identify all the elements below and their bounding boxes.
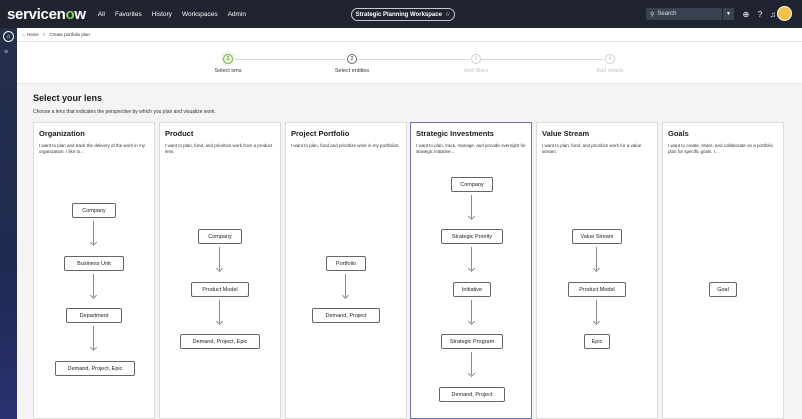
breadcrumb-current: Create portfolio plan [49,32,90,37]
hierarchy-node: Goal [709,282,737,297]
lens-description: I want to plan, track, manage, and provi… [416,143,526,154]
home-icon[interactable]: ⌂ [3,31,14,42]
wizard-steps: 1 Select lens 2 Select entities 3 Add fi… [17,42,802,84]
lens-title: Goals [668,129,689,138]
lens-card-product[interactable]: Product I want to plan, fund, and priori… [159,122,281,419]
hierarchy-node: Portfolio [326,256,366,271]
page-subtitle: Choose a lens that indicates the perspec… [33,109,216,115]
lens-title: Project Portfolio [291,129,350,138]
hierarchy-node: Value Stream [572,229,622,244]
arrow-down-icon [471,352,472,375]
hierarchy-node: Initiative [453,282,491,297]
arrow-down-icon [471,300,472,323]
globe-icon[interactable]: ⊕ [741,9,751,19]
top-navigation: servicenow All Favorites History Workspa… [0,0,802,28]
lens-title: Product [165,129,194,138]
step-number: 4 [605,54,615,64]
nav-workspaces[interactable]: Workspaces [182,11,218,18]
lens-title: Strategic Investments [416,129,494,138]
chevron-right-icon: > [42,32,46,37]
hierarchy-node: Strategic Priority [441,229,503,244]
hierarchy-node: Demand, Project, Epic [180,334,260,349]
step-select-lens[interactable]: 1 Select lens [188,54,268,74]
arrow-down-icon [471,247,472,270]
step-label: Select lens [214,68,242,74]
lens-card-project-portfolio[interactable]: Project Portfolio I want to plan, fund a… [285,122,407,419]
nav-history[interactable]: History [152,11,172,18]
lens-description: I want to plan, fund, and prioritize wor… [165,143,273,154]
hierarchy-node: Epic [584,334,610,349]
search-icon: ⚲ [650,11,655,18]
nav-admin[interactable]: Admin [228,11,246,18]
lens-description: I want to plan, fund and prioritize work… [291,143,400,148]
nav-favorites[interactable]: Favorites [115,11,142,18]
breadcrumb-home[interactable]: Home [27,32,39,37]
left-rail: ⌂ ≡ [0,28,17,419]
star-icon[interactable]: ☆ [445,11,450,18]
nav-all[interactable]: All [98,11,105,18]
step-number: 3 [471,54,481,64]
search-placeholder: Search [657,11,677,17]
arrow-down-icon [93,221,94,244]
lens-selection-panel: Select your lens Choose a lens that indi… [17,84,802,419]
step-number: 2 [347,54,357,64]
arrow-down-icon [93,326,94,349]
step-add-details: 4 Add details [570,54,650,74]
help-icon[interactable]: ? [755,9,765,19]
step-add-filters: 3 Add filters [436,54,516,74]
lens-description: I want to plan and track the delivery of… [39,143,146,154]
lens-title: Organization [39,129,85,138]
menu-icon[interactable]: ≡ [4,49,8,56]
hierarchy-node: Product Model [568,282,626,297]
page-title: Select your lens [33,93,103,103]
hierarchy-node: Strategic Program [441,334,503,349]
hierarchy-node: Company [198,229,242,244]
step-label: Select entities [334,68,370,74]
lens-card-value-stream[interactable]: Value Stream I want to plan, fund, and p… [536,122,658,419]
step-number: 1 [223,54,233,64]
workspace-pill[interactable]: Strategic Planning Workspace ☆ [351,8,455,21]
arrow-down-icon [596,247,597,270]
lens-title: Value Stream [542,129,590,138]
hierarchy-node: Department [66,308,122,323]
hierarchy-node: Company [72,203,116,218]
arrow-down-icon [345,274,346,297]
lens-card-goals[interactable]: Goals I want to create, share, and colla… [662,122,784,419]
lens-description: I want to plan, fund, and prioritize wor… [542,143,642,154]
hierarchy-node: Product Model [191,282,249,297]
servicenow-logo[interactable]: servicenow [7,6,86,23]
arrow-down-icon [219,300,220,323]
nav-links: All Favorites History Workspaces Admin [98,11,256,18]
hierarchy-node: Company [451,177,493,192]
arrow-down-icon [93,274,94,297]
avatar[interactable] [777,6,792,21]
lens-card-strategic-investments[interactable]: Strategic Investments I want to plan, tr… [410,122,532,419]
hierarchy-node: Demand, Project [439,387,505,402]
hierarchy-node: Demand, Project [312,308,380,323]
step-label: Add details [596,68,624,74]
step-label: Add filters [463,68,489,74]
lens-card-organization[interactable]: Organization I want to plan and track th… [33,122,155,419]
arrow-down-icon [596,300,597,323]
home-icon: ⌂ [22,32,25,37]
step-select-entities[interactable]: 2 Select entities [312,54,392,74]
hierarchy-node: Business Unit [64,256,124,271]
arrow-down-icon [471,195,472,218]
lens-description: I want to create, share, and collaborate… [668,143,774,154]
search-input[interactable]: ⚲ Search [646,8,722,20]
breadcrumb: ⌂ Home > Create portfolio plan [17,28,802,42]
workspace-title: Strategic Planning Workspace [355,11,442,18]
hierarchy-node: Demand, Project, Epic [55,361,135,376]
search-scope-dropdown[interactable]: ▼ [722,8,734,20]
arrow-down-icon [219,247,220,270]
